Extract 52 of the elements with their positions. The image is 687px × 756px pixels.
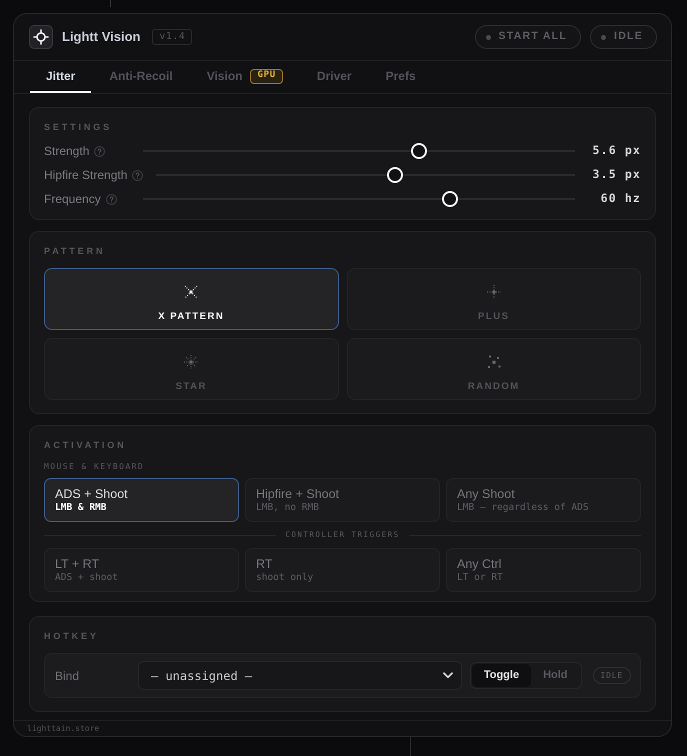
start-all-button[interactable]: START ALL xyxy=(474,25,582,49)
x-dots-icon xyxy=(183,284,200,300)
activation-option[interactable]: Any Shoot LMB — regardless of ADS xyxy=(446,478,641,522)
help-icon[interactable] xyxy=(106,194,117,204)
tab-badge: GPU xyxy=(250,68,283,84)
star-dots-icon xyxy=(183,354,200,370)
activation-option[interactable]: LT + RT ADS + shoot xyxy=(44,548,239,592)
slider-thumb[interactable] xyxy=(442,191,458,207)
section-heading: HOTKEY xyxy=(44,631,99,641)
slider-track[interactable] xyxy=(143,143,575,159)
bind-label: Bind xyxy=(55,668,80,684)
status-pill: IDLE xyxy=(592,667,631,684)
version-badge: v1.4 xyxy=(152,29,192,45)
slider-value: 3.5 px xyxy=(592,166,641,184)
tab[interactable]: Prefs xyxy=(370,61,432,93)
status-button[interactable]: IDLE xyxy=(590,25,657,49)
activation-option[interactable]: Any Ctrl LT or RT xyxy=(446,548,641,592)
plus-dots-icon xyxy=(486,284,502,300)
tab[interactable]: Anti-Recoil xyxy=(93,61,189,93)
pattern-option[interactable]: RANDOM xyxy=(346,338,641,400)
activation-option[interactable]: ADS + Shoot LMB & RMB xyxy=(44,478,239,522)
section-heading: PATTERN xyxy=(44,246,106,256)
slider-track[interactable] xyxy=(143,191,575,207)
mode-option[interactable]: Hold xyxy=(531,664,580,687)
slider-value: 60 hz xyxy=(600,190,641,208)
slider-label: Frequency xyxy=(44,191,101,208)
pattern-option[interactable]: STAR xyxy=(44,338,338,400)
crosshair-logo-icon xyxy=(29,25,53,49)
section-heading: ACTIVATION xyxy=(44,440,126,450)
footer-text: lighttain.store xyxy=(27,722,100,734)
mode-option[interactable]: Toggle xyxy=(472,664,532,687)
activation-option[interactable]: RT shoot only xyxy=(245,548,440,592)
slider-thumb[interactable] xyxy=(386,167,403,183)
slider-value: 5.6 px xyxy=(592,142,641,160)
activation-option[interactable]: Hipfire + Shoot LMB, no RMB xyxy=(245,478,440,522)
app-title: Lightt Vision xyxy=(62,28,140,46)
section-heading: SETTINGS xyxy=(44,122,112,132)
key-select[interactable]: — unassigned — xyxy=(138,661,462,690)
chevron-down-icon xyxy=(442,672,453,679)
tab[interactable]: Jitter xyxy=(30,61,92,93)
pattern-option[interactable]: PLUS xyxy=(346,268,641,330)
slider-thumb[interactable] xyxy=(411,143,428,159)
tab[interactable]: Driver xyxy=(300,61,368,93)
pattern-option[interactable]: X PATTERN xyxy=(44,268,338,330)
slider-track[interactable] xyxy=(156,167,575,183)
slider-label: Hipfire Strength xyxy=(44,167,128,184)
group-heading: MOUSE & KEYBOARD xyxy=(44,462,144,472)
scattered-dots-icon xyxy=(486,354,502,370)
help-icon[interactable] xyxy=(132,170,144,180)
tab[interactable]: Vision GPU xyxy=(190,61,299,93)
help-icon[interactable] xyxy=(94,146,106,156)
slider-label: Strength xyxy=(44,143,90,160)
